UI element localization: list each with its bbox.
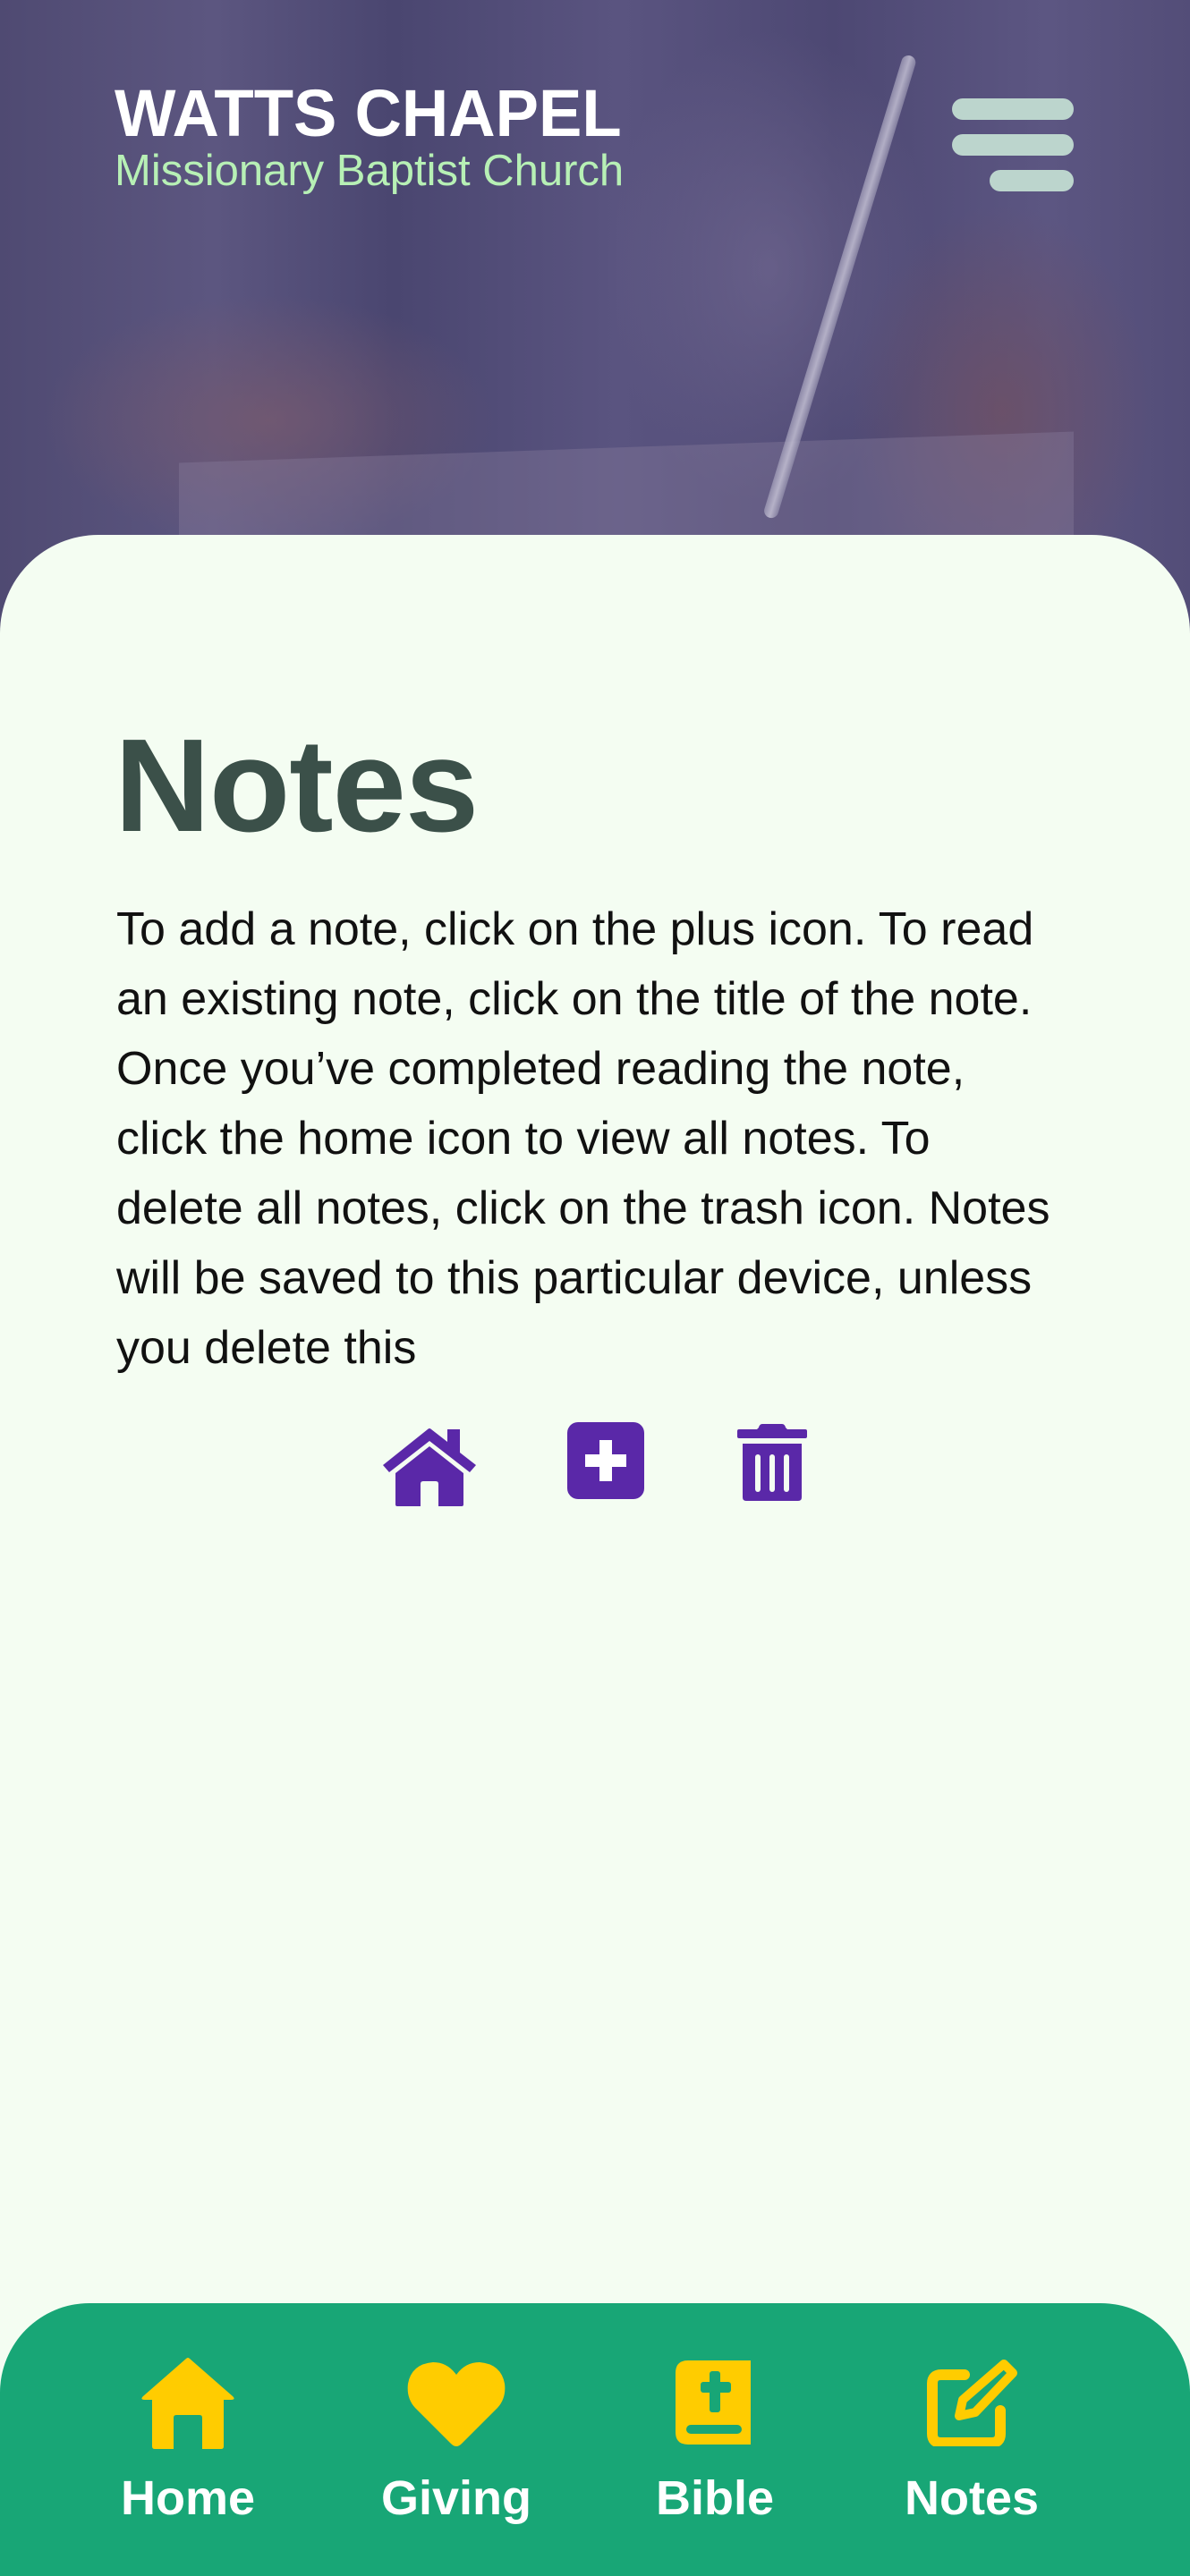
nav-label-bible: Bible <box>655 2471 775 2525</box>
bottom-navigation: Home Giving Bible Notes <box>0 2303 1190 2576</box>
nav-item-notes[interactable]: Notes <box>864 2357 1079 2536</box>
add-note-button[interactable] <box>567 1422 646 1501</box>
nav-item-giving[interactable]: Giving <box>349 2357 564 2536</box>
church-brand: WATTS CHAPEL Missionary Baptist Church <box>115 76 632 196</box>
nav-label-giving: Giving <box>380 2471 531 2525</box>
plus-square-icon <box>567 1422 644 1499</box>
home-icon <box>141 2358 234 2449</box>
notes-instructions: To add a note, click on the plus icon. T… <box>116 903 1050 1374</box>
menu-bar-middle <box>952 134 1074 156</box>
nav-label-notes: Notes <box>904 2471 1040 2525</box>
edit-note-icon <box>927 2360 1017 2446</box>
notes-content-card: Notes To add a note, click on the plus i… <box>0 535 1190 2576</box>
delete-all-notes-button[interactable] <box>737 1424 809 1504</box>
notes-home-button[interactable] <box>379 1428 480 1508</box>
church-subtitle: Missionary Baptist Church <box>115 147 625 195</box>
hamburger-menu-button[interactable] <box>948 97 1075 195</box>
notes-action-toolbar <box>376 1422 814 1512</box>
bible-icon <box>676 2360 751 2445</box>
page-title: Notes <box>115 712 479 860</box>
home-icon <box>383 1428 476 1506</box>
nav-item-bible[interactable]: Bible <box>608 2357 822 2536</box>
nav-item-home[interactable]: Home <box>81 2357 295 2536</box>
menu-bar-bottom <box>990 170 1074 191</box>
nav-label-home: Home <box>120 2471 256 2525</box>
heart-icon <box>407 2362 506 2446</box>
trash-icon <box>737 1424 807 1501</box>
menu-bar-top <box>952 98 1074 120</box>
church-name: WATTS CHAPEL <box>115 76 622 150</box>
